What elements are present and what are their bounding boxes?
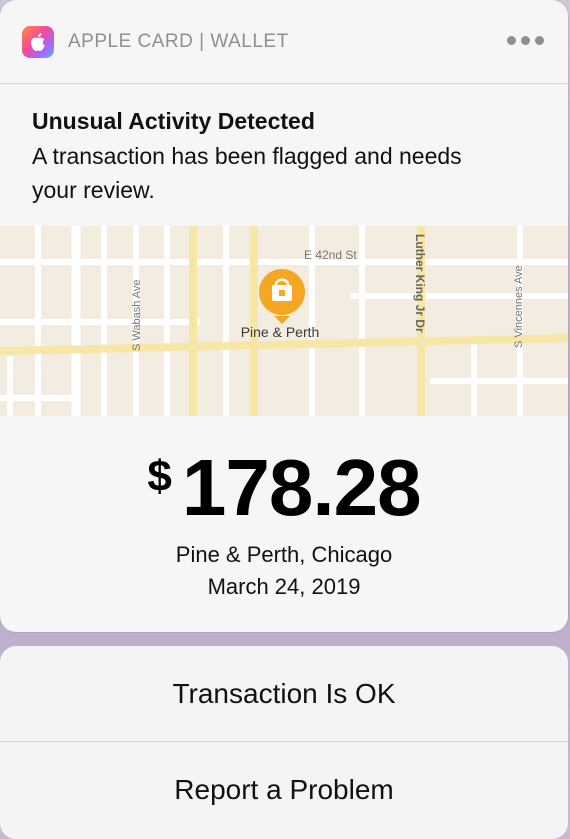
notification-card[interactable]: APPLE CARD | WALLET Unusual Activity Det… bbox=[0, 0, 568, 632]
alert-body: A transaction has been flagged and needs… bbox=[32, 143, 462, 203]
transaction-map[interactable]: E 42nd St S Wabash Ave Luther King Jr Dr… bbox=[0, 226, 568, 416]
currency-symbol: $ bbox=[147, 452, 172, 501]
transaction-amount: 178.28 bbox=[181, 443, 422, 532]
transaction-ok-button[interactable]: Transaction Is OK bbox=[0, 646, 568, 741]
street-label-e42: E 42nd St bbox=[304, 248, 357, 262]
notification-header: APPLE CARD | WALLET bbox=[0, 0, 568, 84]
app-title: APPLE CARD | WALLET bbox=[68, 30, 289, 52]
street-label-mlk: Luther King Jr Dr bbox=[413, 234, 427, 333]
report-problem-button[interactable]: Report a Problem bbox=[0, 741, 568, 837]
ellipsis-icon[interactable] bbox=[507, 36, 544, 45]
transaction-location: Pine & Perth, Chicago bbox=[175, 542, 393, 567]
map-pin-label: Pine & Perth bbox=[241, 324, 320, 340]
alert-section: Unusual Activity Detected A transaction … bbox=[0, 84, 568, 224]
street-label-wabash: S Wabash Ave bbox=[131, 279, 143, 351]
amount-section: $ 178.28 bbox=[0, 446, 568, 530]
action-sheet: Transaction Is OK Report a Problem bbox=[0, 646, 568, 839]
street-label-vincennes: S Vincennes Ave bbox=[513, 265, 525, 348]
apple-logo-icon bbox=[22, 25, 54, 58]
transaction-date: March 24, 2019 bbox=[207, 574, 361, 599]
alert-title: Unusual Activity Detected bbox=[32, 108, 315, 134]
